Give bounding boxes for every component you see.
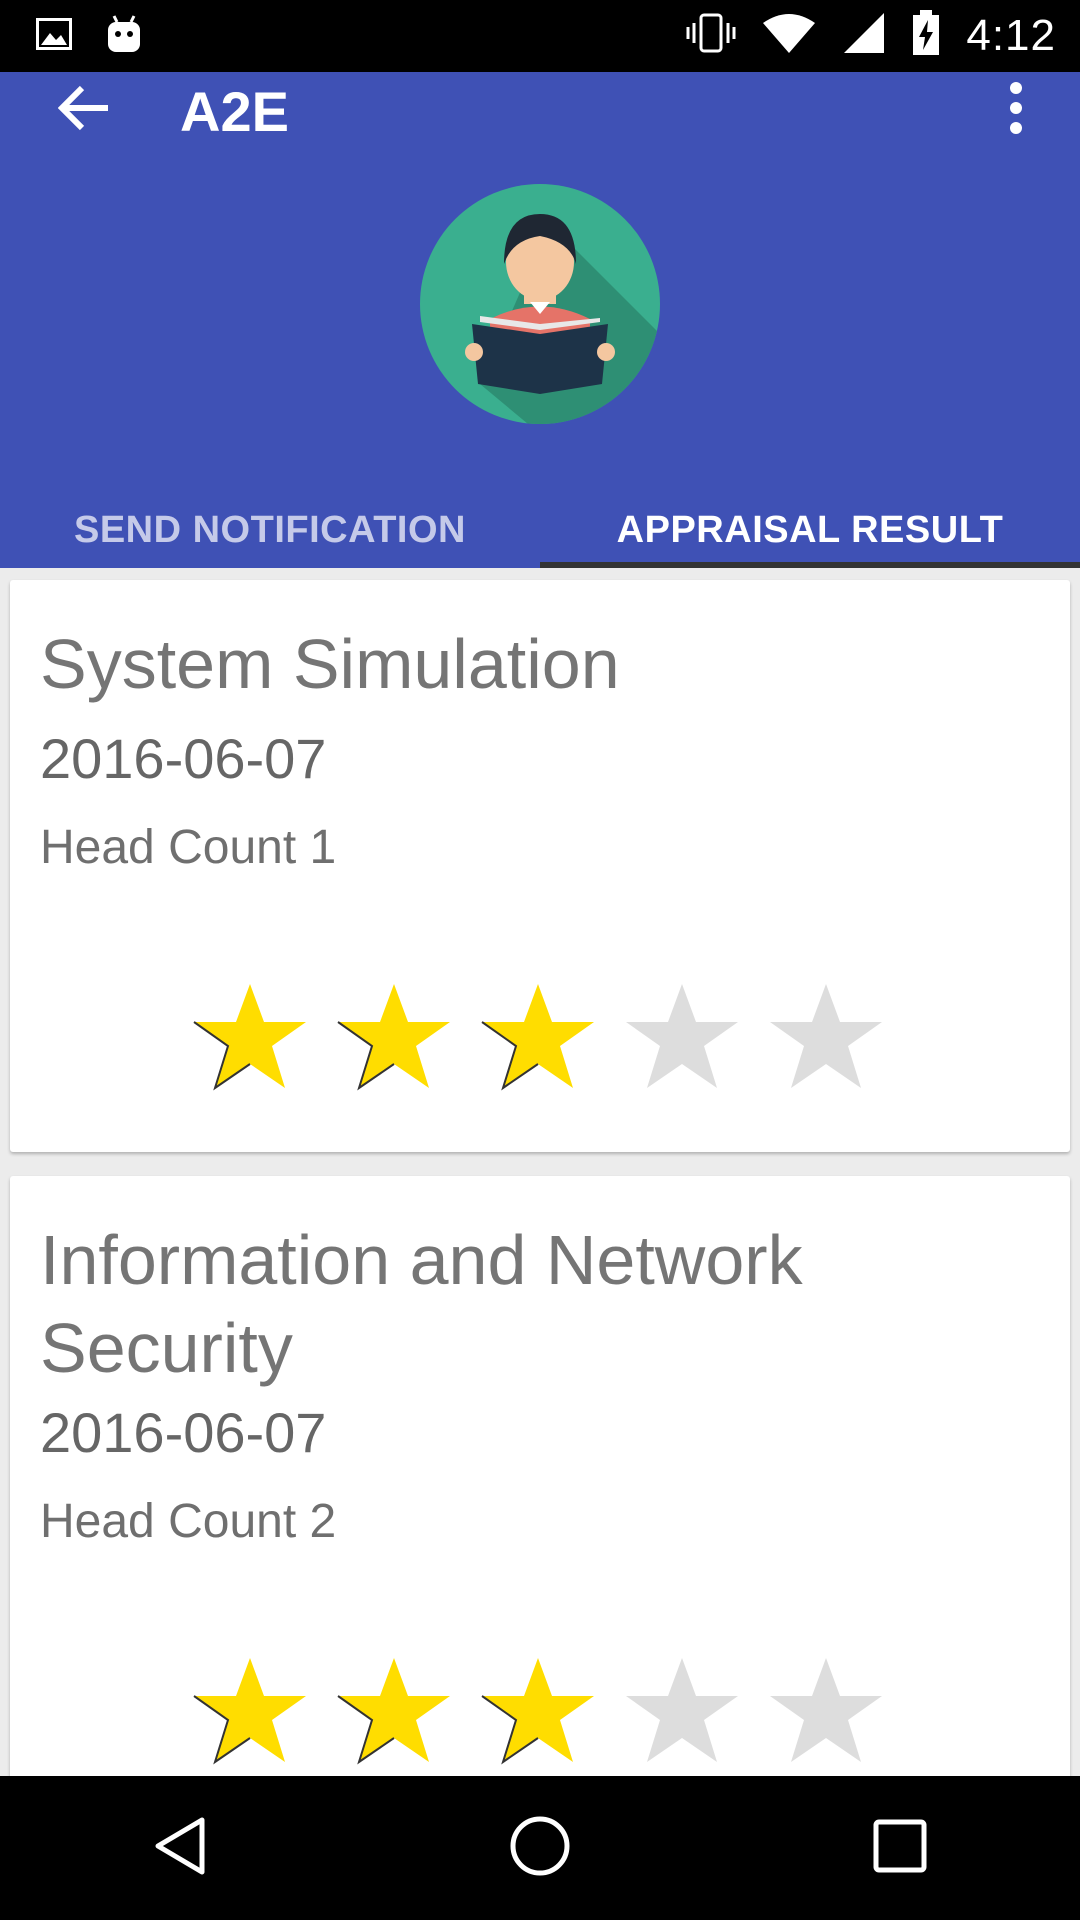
course-title: System Simulation — [40, 625, 620, 703]
tab-label: SEND NOTIFICATION — [73, 508, 466, 551]
rating-bar[interactable] — [190, 1654, 886, 1770]
battery-charging-icon — [912, 10, 940, 61]
nav-home-button[interactable] — [480, 1788, 600, 1908]
recents-square-icon — [872, 1818, 928, 1879]
image-icon — [36, 18, 72, 55]
course-date: 2016-06-07 — [40, 727, 327, 790]
more-vert-icon — [1008, 81, 1024, 139]
app-bar: A2E SEND NOTIFICATION APPRAISAL RESULT — [0, 72, 1080, 568]
course-title: Information and Network Security — [40, 1221, 803, 1387]
back-triangle-icon — [152, 1816, 208, 1881]
android-icon — [106, 14, 142, 59]
appraisal-card[interactable]: Information and Network Security 2016-06… — [10, 1176, 1070, 1776]
nav-back-button[interactable] — [120, 1788, 240, 1908]
status-clock: 4:12 — [966, 10, 1056, 60]
student-reading-avatar — [420, 184, 660, 424]
appraisal-card[interactable]: System Simulation 2016-06-07 Head Count … — [10, 580, 1070, 1152]
tab-bar: SEND NOTIFICATION APPRAISAL RESULT — [0, 492, 1080, 568]
head-count: Head Count 1 — [40, 821, 337, 874]
star-filled-icon[interactable] — [334, 1654, 454, 1770]
home-circle-icon — [509, 1815, 571, 1882]
star-empty-icon[interactable] — [622, 1654, 742, 1770]
tab-label: APPRAISAL RESULT — [616, 508, 1004, 551]
star-empty-icon[interactable] — [766, 1654, 886, 1770]
star-filled-icon[interactable] — [478, 1654, 598, 1770]
signal-icon — [842, 11, 886, 60]
star-filled-icon[interactable] — [478, 980, 598, 1096]
vibrate-icon — [686, 13, 736, 58]
tab-send-notification[interactable]: SEND NOTIFICATION — [0, 492, 540, 568]
star-empty-icon[interactable] — [766, 980, 886, 1096]
star-filled-icon[interactable] — [190, 1654, 310, 1770]
head-count: Head Count 2 — [40, 1495, 337, 1548]
wifi-icon — [762, 13, 816, 58]
system-nav-bar — [0, 1776, 1080, 1920]
rating-bar[interactable] — [190, 980, 886, 1096]
arrow-back-icon — [57, 84, 110, 137]
status-bar: 4:12 — [0, 0, 1080, 72]
star-filled-icon[interactable] — [334, 980, 454, 1096]
app-title: A2E — [180, 80, 289, 143]
course-date: 2016-06-07 — [40, 1401, 327, 1464]
star-filled-icon[interactable] — [190, 980, 310, 1096]
tab-appraisal-result[interactable]: APPRAISAL RESULT — [540, 492, 1080, 568]
overflow-menu-button[interactable] — [980, 74, 1052, 146]
back-button[interactable] — [48, 74, 120, 146]
appraisal-list[interactable]: System Simulation 2016-06-07 Head Count … — [0, 568, 1080, 1776]
star-empty-icon[interactable] — [622, 980, 742, 1096]
nav-recents-button[interactable] — [840, 1788, 960, 1908]
